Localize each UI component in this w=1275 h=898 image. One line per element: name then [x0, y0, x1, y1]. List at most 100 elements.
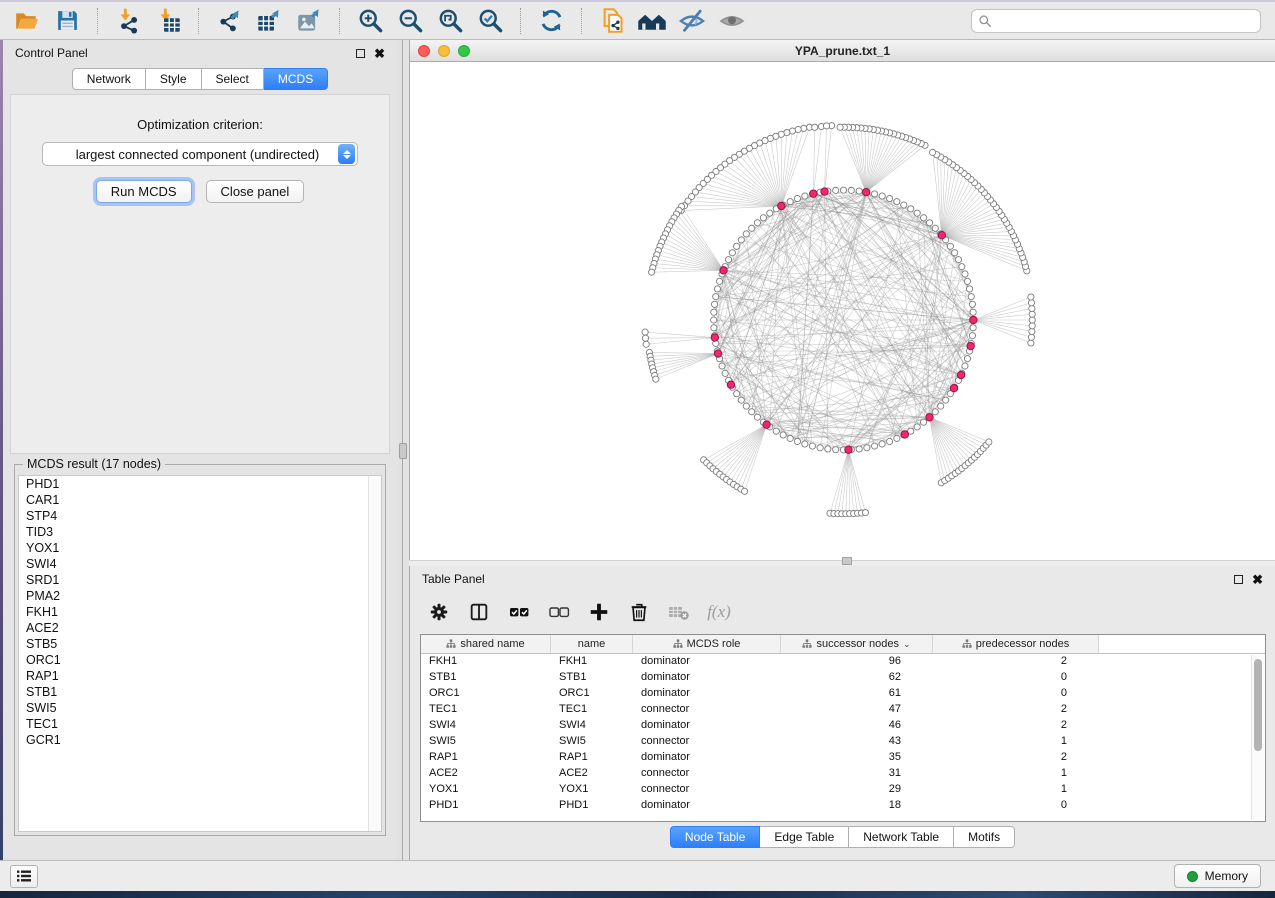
cell-MCDS-role: dominator — [633, 798, 781, 814]
column-header-name[interactable]: name — [551, 635, 633, 653]
mcds-result-item[interactable]: ACE2 — [19, 620, 381, 636]
mcds-result-item[interactable]: CAR1 — [19, 492, 381, 508]
cell-MCDS-role: dominator — [633, 718, 781, 734]
tab-style[interactable]: Style — [146, 68, 202, 90]
cell-name: PHD1 — [551, 798, 633, 814]
zoom-fit-button[interactable] — [433, 6, 467, 36]
result-scrollbar[interactable] — [368, 476, 381, 831]
run-mcds-button[interactable]: Run MCDS — [96, 180, 192, 203]
mcds-result-item[interactable]: STB1 — [19, 684, 381, 700]
table-row[interactable]: TEC1TEC1connector472 — [421, 702, 1265, 718]
save-icon — [55, 8, 80, 33]
memory-button[interactable]: Memory — [1174, 864, 1261, 888]
splitter-handle[interactable] — [399, 443, 407, 459]
table-row[interactable]: YOX1YOX1connector291 — [421, 782, 1265, 798]
task-history-button[interactable] — [10, 865, 38, 888]
export-network-button[interactable] — [212, 6, 246, 36]
mcds-result-item[interactable]: GCR1 — [19, 732, 381, 748]
table-scrollbar[interactable] — [1251, 655, 1264, 820]
delete-column-button[interactable] — [624, 598, 654, 626]
mcds-result-item[interactable]: TID3 — [19, 524, 381, 540]
mcds-result-list[interactable]: PHD1CAR1STP4TID3YOX1SWI4SRD1PMA2FKH1ACE2… — [18, 475, 382, 832]
close-panel-icon[interactable]: ✖ — [374, 47, 385, 60]
tab-motifs[interactable]: Motifs — [954, 826, 1015, 848]
float-panel-icon[interactable] — [356, 49, 365, 58]
column-header-predecessor-nodes[interactable]: predecessor nodes — [933, 635, 1099, 653]
import-table-button[interactable] — [151, 6, 185, 36]
cell-MCDS-role: dominator — [633, 686, 781, 702]
fx-icon: f(x) — [707, 602, 731, 622]
close-panel-button[interactable]: Close panel — [206, 180, 305, 203]
splitter-handle[interactable] — [842, 557, 852, 565]
zoom-in-button[interactable] — [353, 6, 387, 36]
search-input[interactable] — [992, 14, 1254, 28]
optimization-select[interactable]: largest connected component (undirected) — [42, 142, 358, 166]
control-panel-titlebar: Control Panel ✖ — [3, 40, 397, 66]
table-row[interactable]: ORC1ORC1dominator610 — [421, 686, 1265, 702]
export-table-button[interactable] — [252, 6, 286, 36]
tab-edge-table[interactable]: Edge Table — [760, 826, 849, 848]
mcds-result-item[interactable]: PMA2 — [19, 588, 381, 604]
control-panel-tabs: NetworkStyleSelectMCDS — [3, 66, 397, 90]
table-row[interactable]: FKH1FKH1dominator962 — [421, 654, 1265, 670]
import-network-button[interactable] — [111, 6, 145, 36]
save-session-button[interactable] — [50, 6, 84, 36]
export-table-icon — [256, 7, 283, 34]
refresh-button[interactable] — [534, 6, 568, 36]
mcds-result-item[interactable]: SWI5 — [19, 700, 381, 716]
table-row[interactable]: STB1STB1dominator620 — [421, 670, 1265, 686]
mcds-result-item[interactable]: TEC1 — [19, 716, 381, 732]
search-field[interactable] — [971, 9, 1261, 33]
tab-mcds[interactable]: MCDS — [264, 68, 328, 90]
mcds-result-item[interactable]: SRD1 — [19, 572, 381, 588]
mcds-result-item[interactable]: RAP1 — [19, 668, 381, 684]
duplicate-network-button[interactable] — [595, 6, 629, 36]
zoom-out-button[interactable] — [393, 6, 427, 36]
table-row[interactable]: SWI4SWI4dominator462 — [421, 718, 1265, 734]
mcds-result-item[interactable]: YOX1 — [19, 540, 381, 556]
table-tabs: Node TableEdge TableNetwork TableMotifs — [410, 822, 1275, 852]
table-panel: Table Panel ✖ — [409, 566, 1275, 860]
close-panel-icon[interactable]: ✖ — [1252, 573, 1263, 586]
column-header-shared-name[interactable]: shared name — [421, 635, 551, 653]
horizontal-splitter[interactable] — [409, 560, 1275, 566]
table-row[interactable]: RAP1RAP1dominator352 — [421, 750, 1265, 766]
cell-successor-nodes: 29 — [781, 782, 933, 798]
toolbar-separator — [520, 8, 521, 34]
vertical-splitter[interactable] — [397, 40, 409, 860]
table-settings-button[interactable] — [424, 598, 454, 626]
tab-network[interactable]: Network — [72, 68, 146, 90]
mcds-result-item[interactable]: PHD1 — [19, 476, 381, 492]
float-panel-icon[interactable] — [1234, 575, 1243, 584]
mcds-result-item[interactable]: ORC1 — [19, 652, 381, 668]
shared-column-icon — [673, 639, 683, 649]
open-file-button[interactable] — [10, 6, 44, 36]
tab-network-table[interactable]: Network Table — [849, 826, 954, 848]
column-header-MCDS-role[interactable]: MCDS role — [633, 635, 781, 653]
cell-shared-name: ACE2 — [421, 766, 551, 782]
add-column-button[interactable] — [584, 598, 614, 626]
table-row[interactable]: SWI5SWI5connector431 — [421, 734, 1265, 750]
tab-select[interactable]: Select — [202, 68, 264, 90]
column-header-successor-nodes[interactable]: successor nodes⌄ — [781, 635, 933, 653]
table-row[interactable]: PHD1PHD1dominator180 — [421, 798, 1265, 814]
tab-node-table[interactable]: Node Table — [670, 826, 761, 848]
cell-successor-nodes: 62 — [781, 670, 933, 686]
deselect-all-button[interactable] — [544, 598, 574, 626]
first-neighbors-button[interactable] — [635, 6, 669, 36]
mcds-result-item[interactable]: STB5 — [19, 636, 381, 652]
show-all-button[interactable] — [715, 6, 749, 36]
mcds-result-item[interactable]: STP4 — [19, 508, 381, 524]
show-columns-button[interactable] — [464, 598, 494, 626]
network-graph[interactable] — [410, 62, 1275, 560]
mcds-result-item[interactable]: SWI4 — [19, 556, 381, 572]
select-all-button[interactable] — [504, 598, 534, 626]
table-row[interactable]: ACE2ACE2connector311 — [421, 766, 1265, 782]
export-image-button[interactable] — [292, 6, 326, 36]
mcds-result-item[interactable]: FKH1 — [19, 604, 381, 620]
zoom-in-icon — [357, 7, 384, 34]
network-canvas[interactable] — [410, 62, 1275, 560]
zoom-selected-button[interactable] — [473, 6, 507, 36]
hide-selected-button[interactable] — [675, 6, 709, 36]
refresh-icon — [538, 7, 565, 34]
